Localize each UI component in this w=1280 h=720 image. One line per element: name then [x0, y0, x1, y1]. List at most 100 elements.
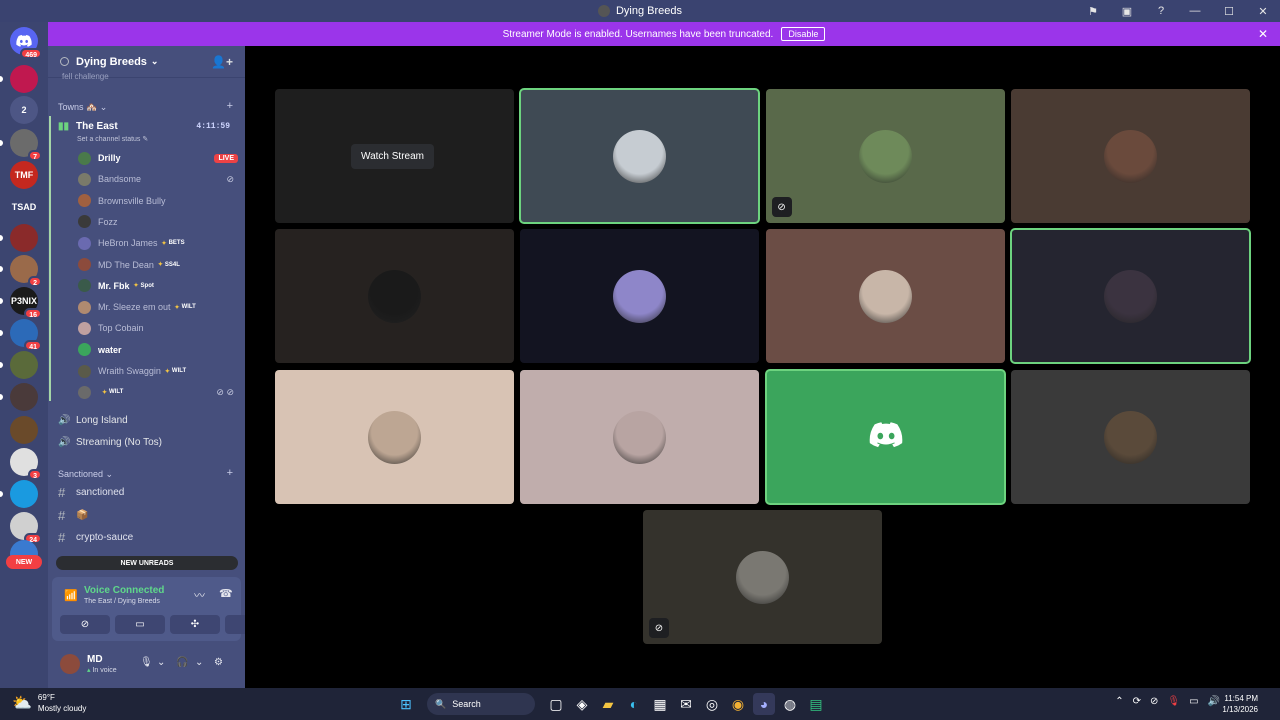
mail-icon[interactable]: ✉	[675, 693, 697, 715]
voice-member[interactable]: Mr. Fbk ✦ Spot	[78, 277, 238, 295]
add-channel-icon[interactable]: +	[227, 467, 233, 479]
copilot-icon[interactable]: ◈	[571, 693, 593, 715]
chevron-down-icon[interactable]: ⌄	[195, 657, 203, 668]
file-explorer-icon[interactable]: ▰	[597, 693, 619, 715]
server-icon[interactable]: 2	[10, 96, 38, 124]
microphone-icon[interactable]: 🎙	[1167, 696, 1180, 707]
text-channel-box[interactable]: # 📦	[52, 506, 238, 524]
maximize-button[interactable]: ☐	[1212, 0, 1246, 22]
participant-tile[interactable]	[520, 369, 760, 504]
server-icon[interactable]: 3	[10, 448, 42, 480]
new-unreads-pill[interactable]: NEW UNREADS	[56, 556, 238, 570]
close-banner-icon[interactable]: ✕	[1258, 27, 1268, 41]
server-icon[interactable]	[10, 480, 38, 508]
server-icon[interactable]: TSAD	[10, 193, 38, 221]
user-name[interactable]: MD	[87, 654, 103, 665]
start-icon[interactable]: ⊞	[395, 693, 417, 715]
server-icon[interactable]: 24	[10, 512, 42, 544]
screen-share-icon[interactable]: ▣	[1110, 0, 1144, 22]
excel-icon[interactable]: ▤	[805, 693, 827, 715]
voice-member[interactable]: water	[78, 341, 238, 359]
channel-status-hint[interactable]: Set a channel status ✎	[77, 135, 148, 143]
noise-suppression-icon[interactable]: 〰	[194, 587, 205, 603]
soundboard-button[interactable]: ♪	[225, 615, 245, 634]
display-icon[interactable]: ▭	[1189, 696, 1198, 707]
weather-widget[interactable]: ⛅ 69°F Mostly cloudy	[12, 692, 86, 714]
chevron-down-icon[interactable]: ⌄	[157, 657, 165, 668]
voice-member[interactable]: Bandsome ⊘	[78, 170, 238, 188]
participant-tile[interactable]	[765, 229, 1005, 364]
disconnect-icon[interactable]: ☎	[219, 587, 233, 600]
category-sanctioned[interactable]: Sanctioned ⌄	[58, 469, 113, 480]
participant-tile[interactable]	[275, 369, 514, 504]
text-channel-sanctioned[interactable]: # sanctioned	[52, 483, 238, 501]
share-screen-button[interactable]: ▭	[115, 615, 165, 634]
voice-member[interactable]: Brownsville Bully	[78, 192, 238, 210]
signal-icon[interactable]: 📶	[64, 589, 78, 602]
xbox-icon[interactable]: ◎	[701, 693, 723, 715]
participant-tile[interactable]	[1010, 369, 1250, 504]
category-towns[interactable]: Towns 🏘️ ⌄	[58, 102, 107, 113]
participant-tile[interactable]	[519, 88, 761, 224]
server-icon[interactable]	[10, 224, 38, 252]
chrome-icon[interactable]: ◉	[727, 693, 749, 715]
sync-icon[interactable]: ⟳	[1133, 696, 1141, 707]
settings-gear-icon[interactable]: ⚙	[214, 657, 223, 668]
avatar[interactable]	[60, 654, 80, 674]
new-servers-pill[interactable]: NEW	[6, 555, 42, 569]
headphones-icon[interactable]: 🎧	[176, 657, 188, 668]
voice-member[interactable]: ✦ WILT ⊘ ⊘	[78, 383, 238, 401]
text-channel-crypto-sauce[interactable]: # crypto-sauce	[52, 528, 238, 546]
inbox-flag-icon[interactable]: ⚑	[1076, 0, 1110, 22]
voice-channel-the-east[interactable]: ▮▮ The East 4:11:59	[52, 117, 238, 135]
voice-channel-long-island[interactable]: 🔊 Long Island	[52, 411, 238, 429]
participant-tile[interactable]	[764, 368, 1006, 505]
microphone-icon[interactable]: 🎙	[140, 657, 153, 668]
partial-channel[interactable]: fell challenge	[62, 72, 109, 81]
server-icon[interactable]: 2	[10, 255, 42, 287]
participant-tile[interactable]	[1010, 89, 1250, 223]
server-icon[interactable]	[10, 416, 38, 444]
add-channel-icon[interactable]: +	[227, 100, 233, 112]
voice-member[interactable]: MD The Dean ✦ SS4L	[78, 256, 238, 274]
voice-member[interactable]: Wraith Swaggin ✦ WILT	[78, 362, 238, 380]
participant-tile[interactable]: ⊘	[643, 510, 882, 644]
participant-tile[interactable]	[275, 229, 514, 364]
clock[interactable]: 11:54 PM 1/13/2026	[1222, 693, 1258, 715]
voice-member[interactable]: HeBron James ✦ BETS	[78, 234, 238, 252]
server-icon[interactable]: 41	[10, 319, 42, 351]
chevron-up-icon[interactable]: ⌃	[1115, 696, 1123, 707]
volume-icon[interactable]: 🔊	[1208, 696, 1220, 707]
voice-status[interactable]: Voice Connected	[84, 585, 164, 596]
server-icon[interactable]: 7	[10, 129, 42, 161]
discord-icon[interactable]: ◕	[753, 693, 775, 715]
participant-tile[interactable]	[1009, 228, 1251, 365]
store-icon[interactable]: ▦	[649, 693, 671, 715]
task-view-icon[interactable]: ▢	[545, 693, 567, 715]
help-icon[interactable]: ?	[1144, 0, 1178, 22]
voice-member[interactable]: Top Cobain	[78, 319, 238, 337]
close-button[interactable]: ✕	[1246, 0, 1280, 22]
server-icon[interactable]	[10, 351, 38, 379]
camera-button[interactable]: ⊘	[60, 615, 110, 634]
voice-member[interactable]: Drilly LIVE	[78, 149, 238, 167]
disable-streamer-mode-button[interactable]: Disable	[781, 27, 826, 41]
stream-tile[interactable]: Watch Stream	[275, 89, 514, 223]
voice-member[interactable]: Mr. Sleeze em out ✦ WILT	[78, 298, 238, 316]
notifications-off-icon[interactable]: ⊘	[1150, 696, 1158, 707]
voice-member[interactable]: Fozz	[78, 213, 238, 231]
participant-tile[interactable]: ⊘	[765, 89, 1005, 223]
activities-button[interactable]: ✣	[170, 615, 220, 634]
watch-stream-button[interactable]: Watch Stream	[351, 144, 434, 169]
participant-tile[interactable]	[520, 229, 760, 364]
search-box[interactable]: 🔍 Search	[427, 693, 535, 715]
edge-icon[interactable]: ◐	[623, 693, 645, 715]
minimize-button[interactable]: —	[1178, 0, 1212, 22]
direct-messages-icon[interactable]: 469	[10, 27, 42, 59]
server-icon[interactable]: TMF	[10, 161, 38, 189]
server-icon[interactable]	[10, 383, 38, 411]
steam-icon[interactable]: ◍	[779, 693, 801, 715]
add-member-icon[interactable]: 👤+	[211, 55, 233, 69]
server-icon[interactable]	[10, 65, 38, 93]
server-icon[interactable]: P3NIX 16	[10, 287, 42, 319]
